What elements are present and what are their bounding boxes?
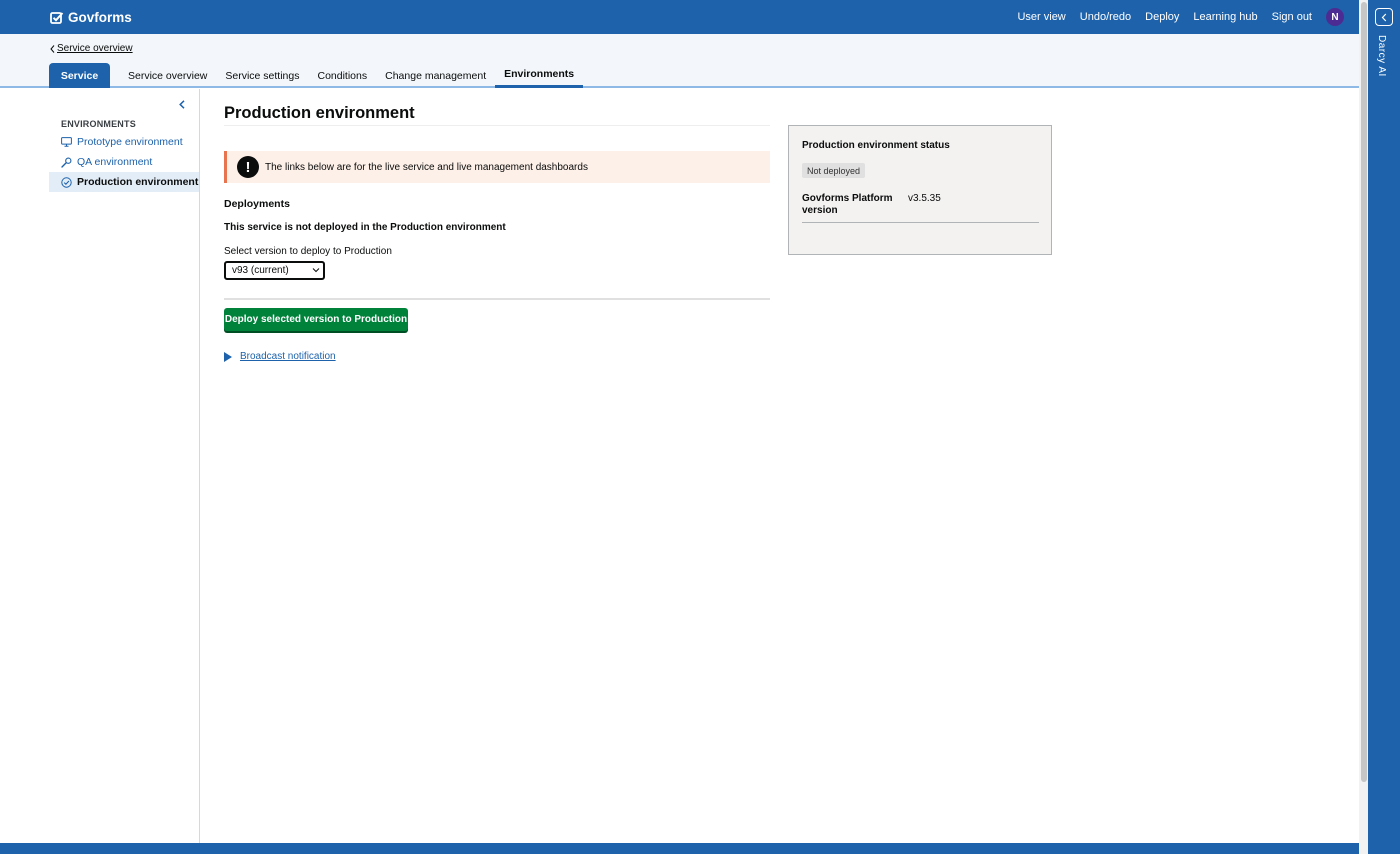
version-select-label: Select version to deploy to Production xyxy=(224,246,392,257)
top-header: Govforms User view Undo/redo Deploy Lear… xyxy=(0,0,1359,34)
tab-change-management[interactable]: Change management xyxy=(376,63,495,88)
sidebar-item-label: Production environment xyxy=(77,176,199,188)
exclamation-icon: ! xyxy=(237,156,259,178)
service-tabs: Service Service overview Service setting… xyxy=(49,63,584,88)
selected-version: v93 (current) xyxy=(232,265,289,276)
bottom-bar xyxy=(0,843,1359,854)
expand-assistant-button[interactable] xyxy=(1375,8,1393,26)
undo-redo-link[interactable]: Undo/redo xyxy=(1080,11,1131,23)
environments-sidebar: ENVIRONMENTS Prototype environment QA en… xyxy=(0,89,200,843)
sidebar-item-prototype[interactable]: Prototype environment xyxy=(49,132,199,152)
user-view-link[interactable]: User view xyxy=(1017,11,1065,23)
page-scrollbar-thumb[interactable] xyxy=(1361,2,1367,782)
chevron-left-icon xyxy=(1381,13,1387,21)
deployment-status-message: This service is not deployed in the Prod… xyxy=(224,222,506,233)
monitor-icon xyxy=(61,137,72,147)
learning-hub-link[interactable]: Learning hub xyxy=(1193,11,1257,23)
warning-alert: ! The links below are for the live servi… xyxy=(224,151,770,183)
sidebar-item-production[interactable]: Production environment xyxy=(49,172,199,192)
govforms-logo[interactable]: Govforms xyxy=(50,9,132,26)
sidebar-heading: ENVIRONMENTS xyxy=(61,119,136,129)
sidebar-list: Prototype environment QA environment Pro… xyxy=(49,132,199,192)
title-divider xyxy=(224,125,770,126)
broadcast-notification-toggle[interactable]: Broadcast notification xyxy=(224,351,336,362)
platform-version-key: Govforms Platform version xyxy=(802,193,893,216)
sidebar-item-label: Prototype environment xyxy=(77,136,183,148)
triangle-right-icon xyxy=(224,351,232,362)
tab-service[interactable]: Service xyxy=(49,63,110,88)
sign-out-link[interactable]: Sign out xyxy=(1272,11,1312,23)
tab-service-settings[interactable]: Service settings xyxy=(216,63,308,88)
chevron-down-icon xyxy=(312,268,320,273)
chevron-left-icon xyxy=(179,99,185,109)
broadcast-notification-label: Broadcast notification xyxy=(240,351,336,362)
checkbox-logo-icon xyxy=(50,11,64,24)
sub-header: Service overview Service Service overvie… xyxy=(0,34,1359,88)
wrench-icon xyxy=(61,157,72,168)
brand-name: Govforms xyxy=(68,10,132,25)
back-link-label: Service overview xyxy=(57,43,133,54)
tab-environments[interactable]: Environments xyxy=(495,63,584,88)
page-title: Production environment xyxy=(224,104,415,122)
deploy-link[interactable]: Deploy xyxy=(1145,11,1179,23)
sidebar-item-label: QA environment xyxy=(77,156,153,168)
chevron-left-icon xyxy=(50,44,55,53)
production-status-panel: Production environment status Not deploy… xyxy=(788,125,1052,255)
tab-conditions[interactable]: Conditions xyxy=(309,63,377,88)
deploy-button[interactable]: Deploy selected version to Production xyxy=(224,308,408,331)
status-panel-title: Production environment status xyxy=(802,140,950,151)
collapse-sidebar-button[interactable] xyxy=(177,98,187,110)
platform-version-value: v3.5.35 xyxy=(908,193,941,204)
alert-text: The links below are for the live service… xyxy=(265,161,588,173)
check-circle-icon xyxy=(61,176,72,188)
section-divider xyxy=(224,298,770,300)
assistant-panel: Darcy AI xyxy=(1368,0,1400,854)
sidebar-item-qa[interactable]: QA environment xyxy=(49,152,199,172)
assistant-label[interactable]: Darcy AI xyxy=(1376,35,1387,77)
version-select[interactable]: v93 (current) xyxy=(224,261,325,280)
top-nav: User view Undo/redo Deploy Learning hub … xyxy=(1003,0,1344,34)
status-badge: Not deployed xyxy=(802,163,866,178)
tab-service-overview[interactable]: Service overview xyxy=(119,63,216,88)
deployments-heading: Deployments xyxy=(224,198,290,210)
user-avatar[interactable]: N xyxy=(1326,8,1344,26)
back-to-service-overview[interactable]: Service overview xyxy=(50,43,133,54)
status-divider xyxy=(802,222,1039,223)
